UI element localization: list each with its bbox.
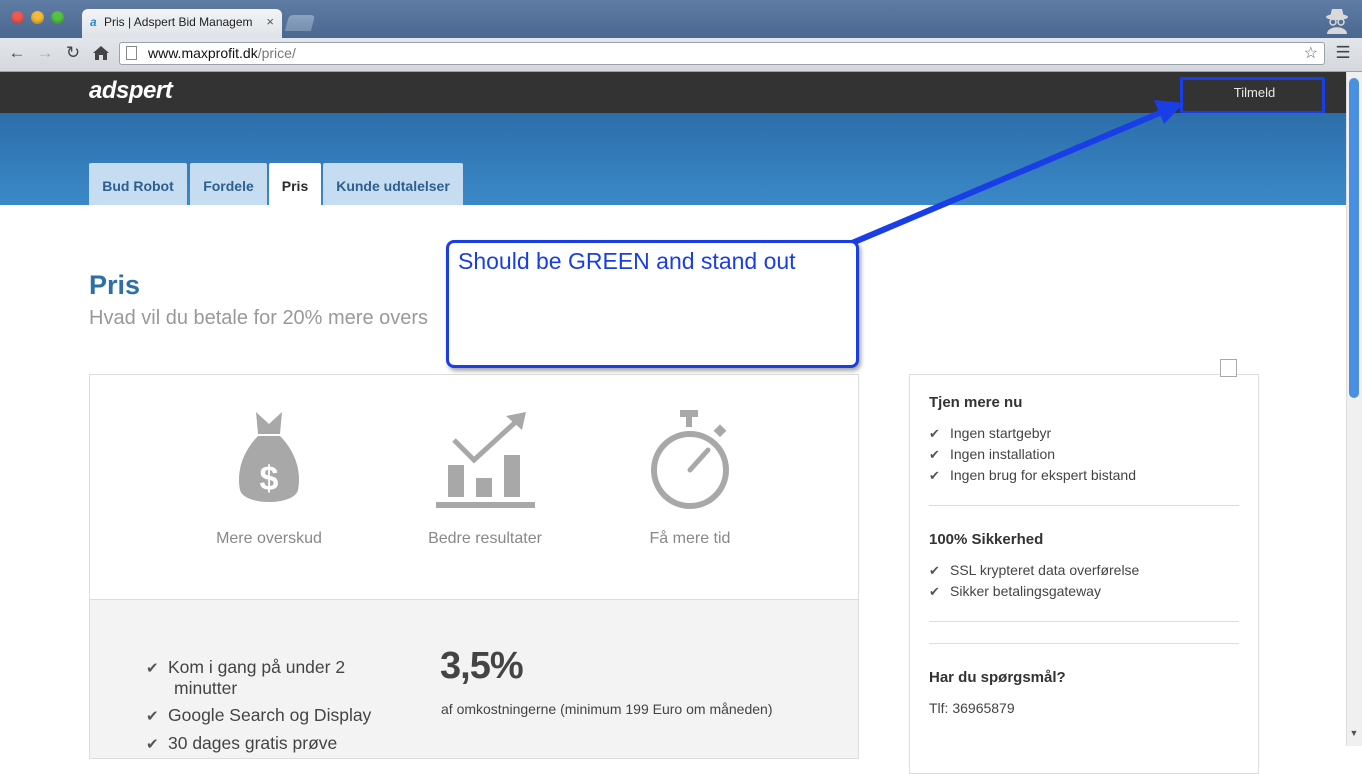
benefit-item: ✔ Kom i gang på under 2	[146, 657, 346, 677]
check-icon: ✔	[929, 468, 940, 483]
annotation-highlight-box	[1180, 77, 1325, 114]
url-host: www.maxprofit.dk	[148, 45, 258, 61]
reload-icon[interactable]: ↻	[62, 41, 84, 65]
sidebar-list-item: ✔ Ingen startgebyr	[929, 425, 1052, 441]
benefit-item-continuation: minutter	[174, 678, 238, 698]
close-window-button[interactable]	[11, 11, 24, 24]
page-icon	[126, 46, 137, 60]
sidebar-list-item: ✔ Ingen brug for ekspert bistand	[929, 467, 1137, 483]
growth-chart-icon	[436, 412, 535, 508]
tab-close-icon[interactable]: ×	[266, 14, 274, 29]
money-bag-icon: $	[238, 412, 300, 502]
sidebar-heading: 100% Sikkerhed	[929, 531, 1044, 548]
browser-tab-active[interactable]: a Pris | Adspert Bid Management ×	[82, 9, 282, 38]
tab-pris[interactable]: Pris	[269, 163, 321, 205]
sidebar-heading: Har du spørgsmål?	[929, 669, 1066, 686]
menu-icon[interactable]: ☰	[1333, 43, 1353, 63]
check-icon: ✔	[146, 660, 159, 677]
phone-number: Tlf: 36965879	[929, 700, 1015, 716]
home-icon[interactable]	[92, 45, 110, 61]
sidebar-heading: Tjen mere nu	[929, 394, 1023, 411]
sidebar-list-item: ✔ Ingen installation	[929, 446, 1056, 462]
svg-text:$: $	[260, 460, 279, 498]
tab-bud-robot[interactable]: Bud Robot	[89, 163, 187, 205]
tab-kunde-udtalelser[interactable]: Kunde udtalelser	[323, 163, 463, 205]
feature-label: Bedre resultater	[428, 530, 542, 547]
check-icon: ✔	[929, 563, 940, 578]
page-subtitle: Hvad vil du betale for 20% mere overs	[89, 307, 429, 329]
check-icon: ✔	[146, 736, 159, 753]
benefit-item: ✔ Google Search og Display	[146, 705, 372, 725]
zoom-window-button[interactable]	[51, 11, 64, 24]
feature-label: Mere overskud	[216, 530, 322, 547]
star-icon[interactable]: ☆	[1304, 43, 1318, 64]
sidebar-list-item: ✔ SSL krypteret data overførelse	[929, 562, 1140, 578]
feature-label: Få mere tid	[649, 530, 731, 547]
divider	[929, 505, 1239, 506]
scrollbar-thumb[interactable]	[1349, 78, 1359, 398]
annotation-callout: Should be GREEN and stand out	[446, 240, 859, 368]
price-note: af omkostningerne (minimum 199 Euro om m…	[441, 701, 773, 717]
check-icon: ✔	[146, 708, 159, 725]
favicon-icon: a	[90, 15, 97, 29]
site-header	[0, 72, 1346, 113]
new-tab-button[interactable]	[284, 15, 316, 31]
divider	[929, 643, 1239, 644]
forward-icon[interactable]: →	[34, 41, 56, 65]
scroll-down-icon[interactable]: ▼	[1349, 728, 1359, 740]
tab-title: Pris | Adspert Bid Management	[104, 15, 252, 29]
minimize-window-button[interactable]	[31, 11, 44, 24]
check-icon: ✔	[929, 426, 940, 441]
back-icon[interactable]: ←	[6, 41, 28, 65]
sidebar-list-item: ✔ Sikker betalingsgateway	[929, 583, 1101, 599]
tab-fordele[interactable]: Fordele	[190, 163, 267, 205]
stopwatch-icon	[651, 410, 729, 509]
annotation-text: Should be GREEN and stand out	[458, 248, 796, 274]
benefit-item: ✔ 30 dages gratis prøve	[146, 733, 338, 753]
site-logo[interactable]: adspert	[89, 77, 173, 105]
address-bar[interactable]: www.maxprofit.dk/price/ ☆	[119, 42, 1325, 65]
url-path: /price/	[257, 45, 296, 61]
divider	[929, 621, 1239, 622]
page-title: Pris	[89, 270, 141, 300]
broken-image-icon	[1220, 359, 1237, 377]
price-value: 3,5%	[440, 645, 524, 687]
check-icon: ✔	[929, 584, 940, 599]
check-icon: ✔	[929, 447, 940, 462]
incognito-icon	[1326, 9, 1348, 34]
